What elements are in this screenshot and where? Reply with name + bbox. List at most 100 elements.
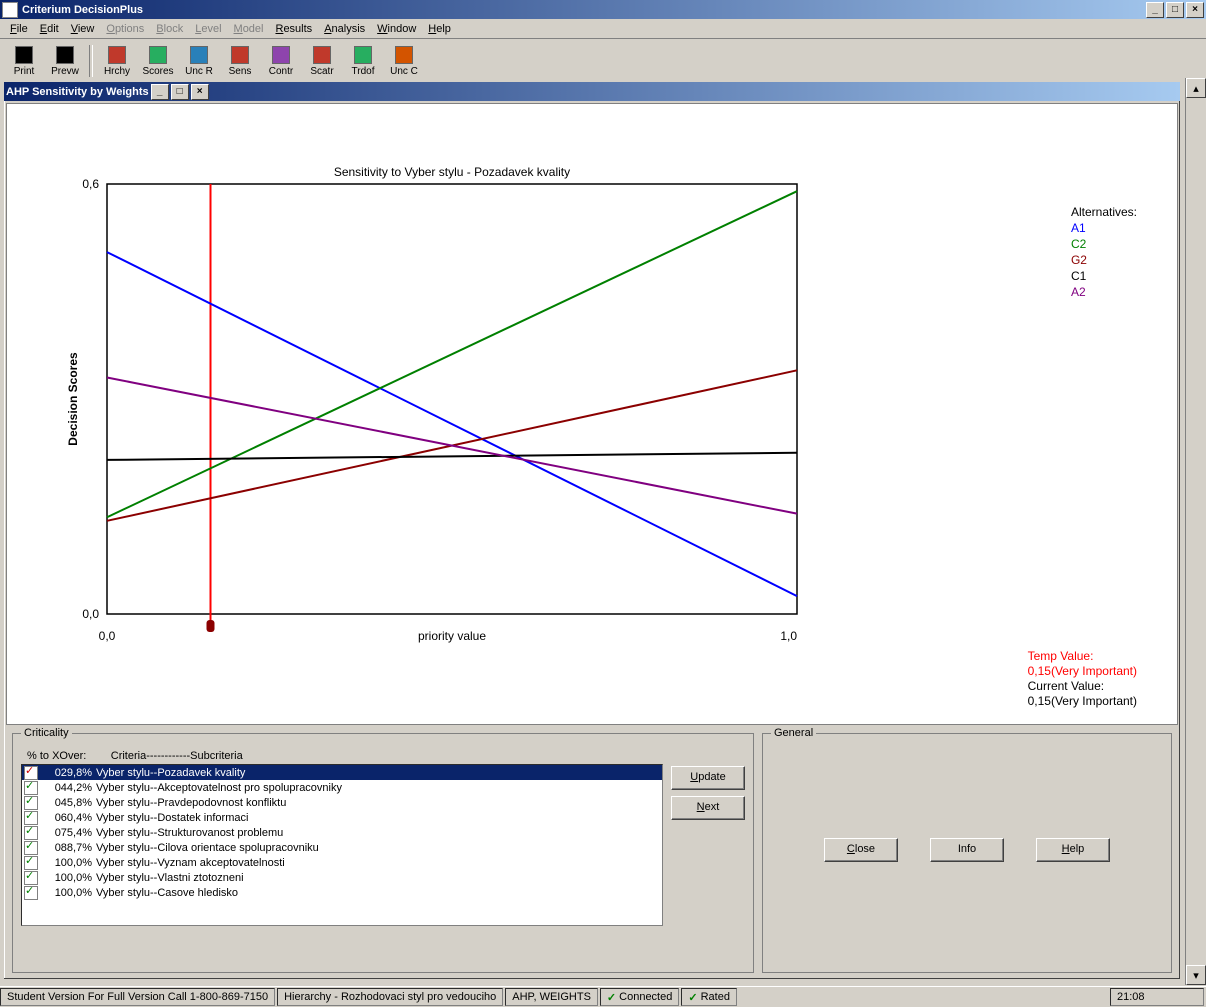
svg-text:priority value: priority value bbox=[418, 629, 486, 643]
child-maximize-button[interactable]: □ bbox=[171, 84, 189, 100]
check-icon bbox=[24, 841, 38, 855]
toolbar-hrchy[interactable]: Hrchy bbox=[97, 43, 137, 79]
temp-value: 0,15(Very Important) bbox=[1028, 664, 1137, 679]
close-button[interactable]: × bbox=[1186, 2, 1204, 18]
criticality-group: Criticality % to XOver: Criteria--------… bbox=[12, 733, 754, 973]
scroll-up-button[interactable]: ▴ bbox=[1186, 78, 1206, 98]
child-title: AHP Sensitivity by Weights bbox=[6, 86, 149, 98]
menu-edit[interactable]: Edit bbox=[34, 21, 65, 37]
menu-level: Level bbox=[189, 21, 227, 37]
criticality-row[interactable]: 088,7%Vyber stylu--Cilova orientace spol… bbox=[22, 840, 662, 855]
update-button[interactable]: Update bbox=[671, 766, 745, 790]
child-minimize-button[interactable]: _ bbox=[151, 84, 169, 100]
help-button[interactable]: Help bbox=[1036, 838, 1110, 862]
check-icon bbox=[24, 886, 38, 900]
criticality-row[interactable]: 044,2%Vyber stylu--Akceptovatelnost pro … bbox=[22, 780, 662, 795]
criticality-header: % to XOver: Criteria------------Subcrite… bbox=[27, 750, 745, 762]
print-icon bbox=[15, 46, 33, 64]
criticality-row[interactable]: 045,8%Vyber stylu--Pravdepodovnost konfl… bbox=[22, 795, 662, 810]
legend-item-A1: A1 bbox=[1071, 220, 1137, 236]
menu-analysis[interactable]: Analysis bbox=[318, 21, 371, 37]
sensitivity-chart: Sensitivity to Vyber stylu - Pozadavek k… bbox=[7, 104, 1177, 722]
criticality-row[interactable]: 100,0%Vyber stylu--Vlastni ztotozneni bbox=[22, 870, 662, 885]
preview-icon bbox=[56, 46, 74, 64]
vertical-scrollbar[interactable]: ▴ ▾ bbox=[1185, 78, 1206, 985]
legend-item-A2: A2 bbox=[1071, 284, 1137, 300]
criticality-row[interactable]: 100,0%Vyber stylu--Vyznam akceptovatelno… bbox=[22, 855, 662, 870]
scroll-down-button[interactable]: ▾ bbox=[1186, 965, 1206, 985]
sens-icon bbox=[231, 46, 249, 64]
toolbar-scatr[interactable]: Scatr bbox=[302, 43, 342, 79]
status-bar: Student Version For Full Version Call 1-… bbox=[0, 986, 1206, 1007]
status-rated: ✓Rated bbox=[681, 988, 737, 1006]
child-titlebar: AHP Sensitivity by Weights _ □ × bbox=[4, 82, 1180, 101]
criticality-row[interactable]: 060,4%Vyber stylu--Dostatek informaci bbox=[22, 810, 662, 825]
menu-bar: FileEditViewOptionsBlockLevelModelResult… bbox=[0, 19, 1206, 39]
svg-text:Decision Scores: Decision Scores bbox=[66, 352, 80, 446]
toolbar-print[interactable]: Print bbox=[4, 43, 44, 79]
hierarchy-icon bbox=[108, 46, 126, 64]
criticality-row[interactable]: 075,4%Vyber stylu--Strukturovanost probl… bbox=[22, 825, 662, 840]
menu-help[interactable]: Help bbox=[422, 21, 457, 37]
app-titlebar: Criterium DecisionPlus _ □ × bbox=[0, 0, 1206, 19]
check-icon bbox=[24, 871, 38, 885]
criticality-list[interactable]: 029,8%Vyber stylu--Pozadavek kvality044,… bbox=[21, 764, 663, 926]
toolbar-prevw[interactable]: Prevw bbox=[45, 43, 85, 79]
menu-view[interactable]: View bbox=[65, 21, 101, 37]
close-dialog-button[interactable]: Close bbox=[824, 838, 898, 862]
toolbar-sens[interactable]: Sens bbox=[220, 43, 260, 79]
menu-results[interactable]: Results bbox=[269, 21, 318, 37]
scores-icon bbox=[149, 46, 167, 64]
check-icon bbox=[24, 856, 38, 870]
chart-pane: Sensitivity to Vyber stylu - Pozadavek k… bbox=[6, 103, 1178, 725]
uncc-icon bbox=[395, 46, 413, 64]
status-hierarchy: Hierarchy - Rozhodovaci styl pro vedouci… bbox=[277, 988, 503, 1006]
legend-item-C1: C1 bbox=[1071, 268, 1137, 284]
criticality-row[interactable]: 029,8%Vyber stylu--Pozadavek kvality bbox=[22, 765, 662, 780]
status-version: Student Version For Full Version Call 1-… bbox=[0, 988, 275, 1006]
criticality-row[interactable]: 100,0%Vyber stylu--Casove hledisko bbox=[22, 885, 662, 900]
svg-text:0,0: 0,0 bbox=[99, 629, 116, 643]
legend: Alternatives: A1C2G2C1A2 bbox=[1071, 204, 1137, 300]
minimize-button[interactable]: _ bbox=[1146, 2, 1164, 18]
svg-text:1,0: 1,0 bbox=[780, 629, 797, 643]
toolbar-trdof[interactable]: Trdof bbox=[343, 43, 383, 79]
app-icon bbox=[2, 2, 18, 18]
temp-value-label: Temp Value: bbox=[1028, 649, 1137, 664]
svg-text:Sensitivity to Vyber stylu - P: Sensitivity to Vyber stylu - Pozadavek k… bbox=[334, 165, 570, 179]
general-group: General Close Info Help bbox=[762, 733, 1172, 973]
svg-text:0,0: 0,0 bbox=[82, 607, 99, 621]
svg-text:0,6: 0,6 bbox=[82, 177, 99, 191]
tradeoff-icon bbox=[354, 46, 372, 64]
toolbar-scores[interactable]: Scores bbox=[138, 43, 178, 79]
criticality-title: Criticality bbox=[21, 727, 72, 739]
check-icon bbox=[24, 796, 38, 810]
legend-item-G2: G2 bbox=[1071, 252, 1137, 268]
check-icon bbox=[24, 811, 38, 825]
toolbar-unc c[interactable]: Unc C bbox=[384, 43, 424, 79]
check-icon bbox=[24, 766, 38, 780]
scatter-icon bbox=[313, 46, 331, 64]
legend-title: Alternatives: bbox=[1071, 204, 1137, 220]
status-method: AHP, WEIGHTS bbox=[505, 988, 598, 1006]
toolbar-unc r[interactable]: Unc R bbox=[179, 43, 219, 79]
values-box: Temp Value: 0,15(Very Important) Current… bbox=[1028, 649, 1137, 709]
menu-window[interactable]: Window bbox=[371, 21, 422, 37]
menu-file[interactable]: File bbox=[4, 21, 34, 37]
current-value-label: Current Value: bbox=[1028, 679, 1137, 694]
menu-model: Model bbox=[228, 21, 270, 37]
next-button[interactable]: Next bbox=[671, 796, 745, 820]
menu-options: Options bbox=[100, 21, 150, 37]
child-close-button[interactable]: × bbox=[191, 84, 209, 100]
child-window: AHP Sensitivity by Weights _ □ × Sensiti… bbox=[2, 80, 1182, 981]
check-icon bbox=[24, 781, 38, 795]
general-title: General bbox=[771, 727, 816, 739]
maximize-button[interactable]: □ bbox=[1166, 2, 1184, 18]
menu-block: Block bbox=[150, 21, 189, 37]
uncr-icon bbox=[190, 46, 208, 64]
check-icon bbox=[24, 826, 38, 840]
contr-icon bbox=[272, 46, 290, 64]
info-button[interactable]: Info bbox=[930, 838, 1004, 862]
current-value: 0,15(Very Important) bbox=[1028, 694, 1137, 709]
toolbar-contr[interactable]: Contr bbox=[261, 43, 301, 79]
